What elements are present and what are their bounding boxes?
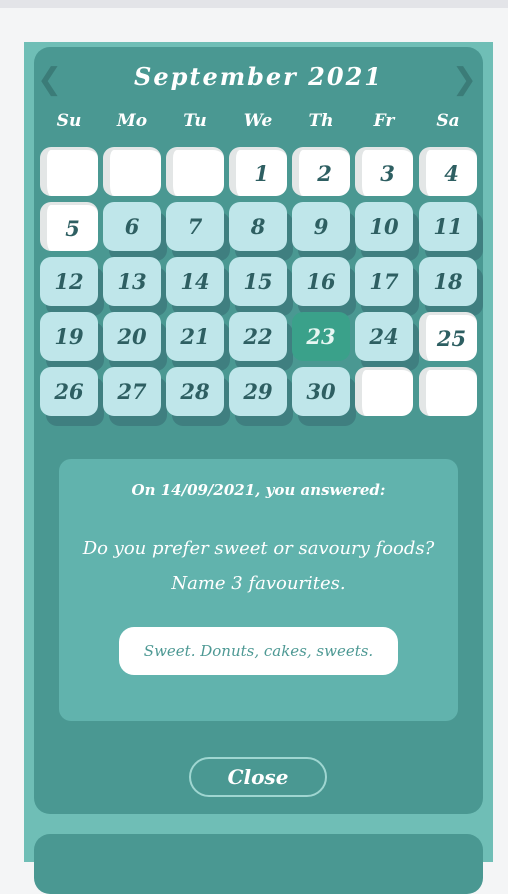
day-cell[interactable]: 6 xyxy=(103,202,161,251)
day-cell[interactable]: 14 xyxy=(166,257,224,306)
browser-top-bar xyxy=(0,0,508,8)
day-cell[interactable]: 19 xyxy=(40,312,98,361)
day-cell[interactable]: 5 xyxy=(40,202,98,251)
question-text: Do you prefer sweet or savoury foods? Na… xyxy=(79,531,438,601)
empty-day-cell xyxy=(355,367,413,416)
question-line-2: Name 3 favourites. xyxy=(171,573,346,594)
next-card-panel xyxy=(34,834,483,894)
question-line-1: Do you prefer sweet or savoury foods? xyxy=(82,538,435,559)
calendar-panel: ❮ ❯ September 2021 Su Mo Tu We Th Fr Sa 123456… xyxy=(34,47,483,814)
day-cell[interactable]: 9 xyxy=(292,202,350,251)
day-cell[interactable]: 7 xyxy=(166,202,224,251)
weekday-label: Su xyxy=(56,111,82,131)
day-cell[interactable]: 28 xyxy=(166,367,224,416)
day-cell[interactable]: 26 xyxy=(40,367,98,416)
day-cell[interactable]: 3 xyxy=(355,147,413,196)
day-cell[interactable]: 29 xyxy=(229,367,287,416)
day-cell[interactable]: 15 xyxy=(229,257,287,306)
day-cell[interactable]: 22 xyxy=(229,312,287,361)
empty-day-cell xyxy=(40,147,98,196)
weekday-label: Tu xyxy=(183,111,207,131)
close-button[interactable]: Close xyxy=(189,757,327,797)
weekday-label: Sa xyxy=(436,111,460,131)
calendar-modal-backdrop: ❮ ❯ September 2021 Su Mo Tu We Th Fr Sa 123456… xyxy=(24,42,493,894)
day-cell[interactable]: 12 xyxy=(40,257,98,306)
day-cell[interactable]: 16 xyxy=(292,257,350,306)
day-cell[interactable]: 1 xyxy=(229,147,287,196)
weekday-label: Th xyxy=(308,111,334,131)
day-cell[interactable]: 4 xyxy=(419,147,477,196)
day-cell[interactable]: 17 xyxy=(355,257,413,306)
day-cell[interactable]: 2 xyxy=(292,147,350,196)
empty-day-cell xyxy=(166,147,224,196)
day-cell[interactable]: 20 xyxy=(103,312,161,361)
day-cell[interactable]: 30 xyxy=(292,367,350,416)
weekday-label: Mo xyxy=(116,111,148,131)
weekday-label: Fr xyxy=(373,111,395,131)
day-cell[interactable]: 8 xyxy=(229,202,287,251)
selected-day-cell[interactable]: 23 xyxy=(292,312,350,361)
day-cell[interactable]: 25 xyxy=(419,312,477,361)
day-cell[interactable]: 13 xyxy=(103,257,161,306)
answer-pill: Sweet. Donuts, cakes, sweets. xyxy=(119,627,398,675)
day-cell[interactable]: 21 xyxy=(166,312,224,361)
day-cell[interactable]: 24 xyxy=(355,312,413,361)
day-cell[interactable]: 10 xyxy=(355,202,413,251)
month-title: September 2021 xyxy=(134,62,383,91)
day-cell[interactable]: 11 xyxy=(419,202,477,251)
answer-date-text: On 14/09/2021, you answered: xyxy=(131,481,386,499)
day-cell[interactable]: 27 xyxy=(103,367,161,416)
empty-day-cell xyxy=(419,367,477,416)
answer-card: On 14/09/2021, you answered: Do you pref… xyxy=(59,459,458,721)
weekday-label: We xyxy=(243,111,273,131)
empty-day-cell xyxy=(103,147,161,196)
day-cell[interactable]: 18 xyxy=(419,257,477,306)
